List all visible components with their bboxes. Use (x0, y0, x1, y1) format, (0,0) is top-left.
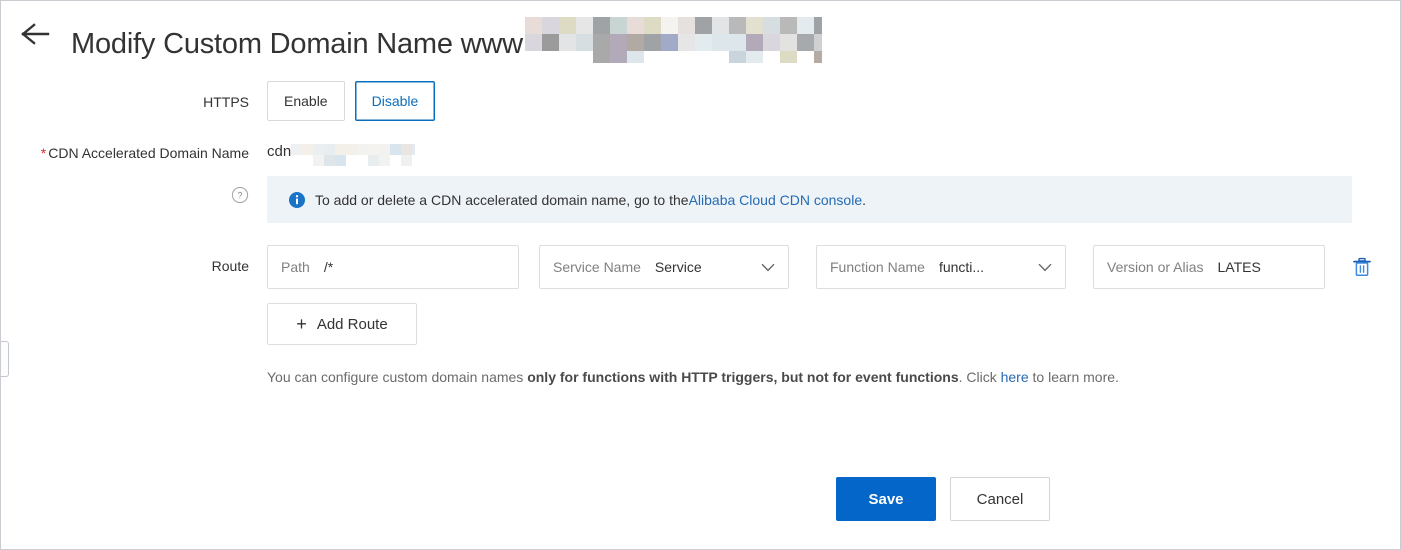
add-route-button[interactable]: + Add Route (267, 303, 417, 345)
save-button[interactable]: Save (836, 477, 936, 521)
route-path-input[interactable]: Path /* (267, 245, 519, 289)
required-marker: * (40, 145, 47, 161)
cdn-domain-value-text: cdn (267, 143, 292, 160)
cdn-domain-label: * CDN Accelerated Domain Name (1, 141, 267, 163)
help-icon-cell: ? (1, 176, 267, 204)
route-service-select[interactable]: Service Name Service (539, 245, 789, 289)
row-route: Route Path /* Service Name Service Funct… (1, 245, 1400, 289)
trash-icon[interactable] (1351, 256, 1373, 278)
route-version-value: LATES (1217, 259, 1261, 275)
back-arrow-icon[interactable] (15, 14, 55, 54)
https-toggle-group: Enable Disable (267, 81, 1400, 121)
page-header: Modify Custom Domain Name www (1, 1, 822, 67)
route-label: Route (211, 258, 249, 274)
row-https: HTTPS Enable Disable (1, 81, 1400, 121)
info-circle-icon (289, 191, 305, 208)
row-cdn-domain: * CDN Accelerated Domain Name cdn (1, 141, 1400, 166)
route-row: Path /* Service Name Service Function Na… (267, 245, 1400, 289)
route-version-label: Version or Alias (1107, 259, 1204, 275)
cdn-console-link[interactable]: Alibaba Cloud CDN console (689, 192, 863, 208)
cdn-notice-banner: To add or delete a CDN accelerated domai… (267, 176, 1352, 223)
redacted-domain-title (524, 17, 822, 63)
chevron-down-icon[interactable] (751, 259, 775, 275)
helper-text-3: to learn more. (1028, 369, 1119, 385)
https-disable-button[interactable]: Disable (354, 81, 436, 121)
add-route-label: Add Route (316, 315, 388, 333)
route-service-label: Service Name (553, 259, 641, 275)
cancel-button[interactable]: Cancel (950, 477, 1050, 521)
chevron-down-icon[interactable] (1028, 259, 1052, 275)
page-title: Modify Custom Domain Name www (71, 7, 822, 63)
redacted-cdn-domain (291, 144, 416, 166)
route-service-value: Service (654, 259, 702, 275)
plus-icon: + (296, 314, 307, 334)
route-version-select[interactable]: Version or Alias LATES (1093, 245, 1325, 289)
row-add-route: + Add Route (1, 303, 1400, 345)
cdn-domain-value: cdn (267, 141, 1400, 166)
page-title-text: Modify Custom Domain Name www (71, 28, 523, 60)
https-enable-button[interactable]: Enable (267, 81, 345, 121)
route-path-value: /* (323, 259, 334, 275)
route-path-label: Path (281, 259, 310, 275)
question-circle-icon[interactable]: ? (231, 186, 249, 204)
cdn-domain-label-text: CDN Accelerated Domain Name (48, 145, 249, 161)
route-function-select[interactable]: Function Name functi... (816, 245, 1066, 289)
helper-text-bold: only for functions with HTTP triggers, b… (527, 369, 959, 385)
svg-text:?: ? (237, 190, 242, 200)
route-function-label: Function Name (830, 259, 925, 275)
row-helper-text: You can configure custom domain names on… (1, 367, 1400, 387)
helper-text-1: You can configure custom domain names (267, 369, 528, 385)
form-actions: Save Cancel (836, 477, 1050, 521)
helper-text-2: . Click (958, 369, 1001, 385)
helper-here-link[interactable]: here (1001, 369, 1029, 385)
route-function-value: functi... (938, 259, 985, 275)
modify-custom-domain-page: Modify Custom Domain Name www HTTPS Enab… (0, 0, 1401, 550)
cdn-notice-text: To add or delete a CDN accelerated domai… (315, 191, 689, 208)
cdn-notice-text-after: . (862, 191, 866, 208)
https-label: HTTPS (203, 94, 249, 110)
helper-text: You can configure custom domain names on… (267, 367, 1400, 387)
domain-form: HTTPS Enable Disable * CDN Accelerated Do… (1, 67, 1400, 387)
row-cdn-notice: ? To add or delete a CDN accelerated dom… (1, 176, 1400, 223)
